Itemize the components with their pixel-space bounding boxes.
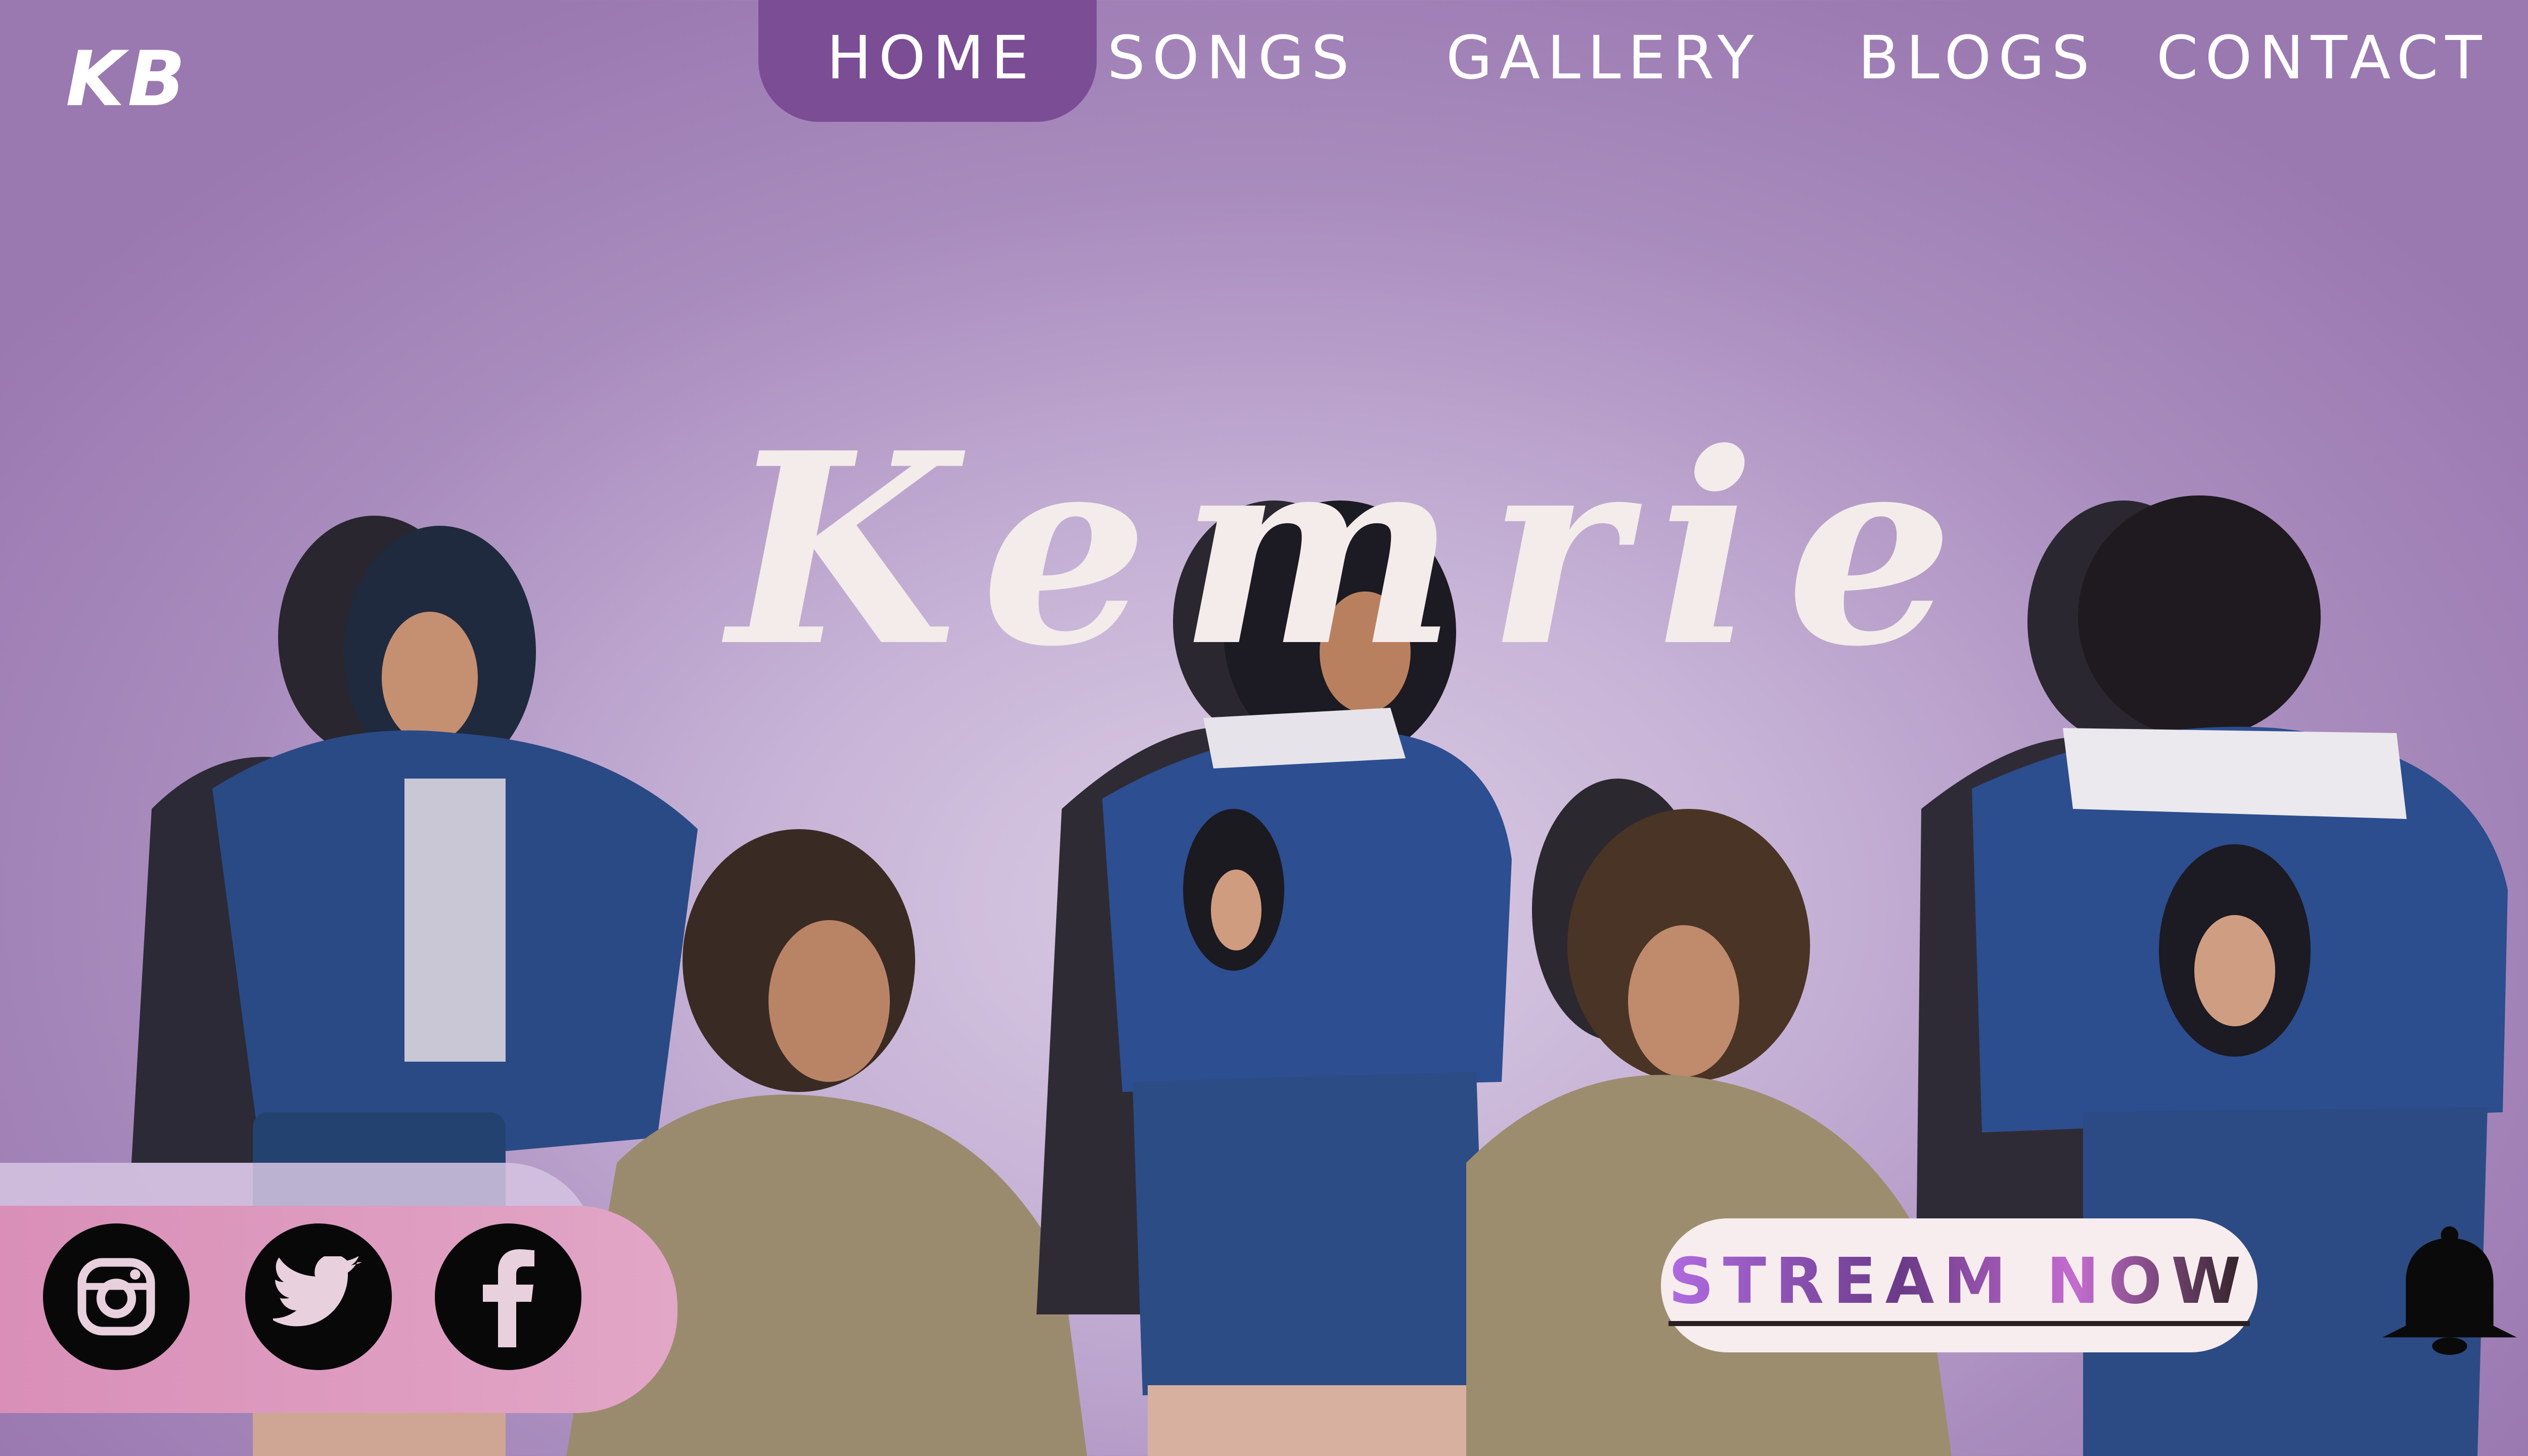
artist-name-title: Kemrie: [728, 395, 1984, 705]
instagram-icon[interactable]: [43, 1223, 190, 1370]
twitter-icon[interactable]: [245, 1223, 392, 1370]
stream-now-button[interactable]: STREAM NOW: [1661, 1218, 2258, 1352]
nav-blogs[interactable]: BLOGS: [1858, 23, 2097, 93]
main-nav: HOME SONGS GALLERY BLOGS CONTACT: [0, 0, 2528, 126]
stream-now-label: STREAM NOW: [1668, 1245, 2250, 1326]
nav-home[interactable]: HOME: [758, 0, 1097, 122]
nav-contact[interactable]: CONTACT: [2156, 23, 2489, 93]
nav-songs[interactable]: SONGS: [1107, 23, 1356, 93]
bell-icon[interactable]: [2376, 1223, 2523, 1355]
nav-gallery[interactable]: GALLERY: [1446, 23, 1761, 93]
model-figure-4: [1466, 779, 1952, 1456]
facebook-icon[interactable]: [435, 1223, 581, 1370]
